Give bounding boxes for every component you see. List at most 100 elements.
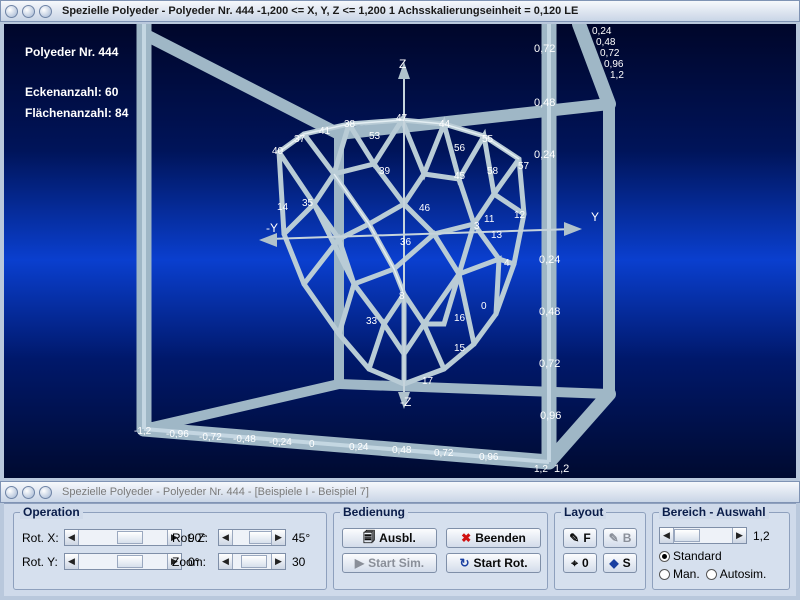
operation-group-title: Operation [20,505,83,519]
slider-left-arrow-icon[interactable]: ◀ [65,554,79,569]
layout-group-title: Layout [561,505,607,519]
vertex-label: 12 [514,210,526,221]
vertex-label: 4 [504,258,510,269]
vertex-label: 8 [399,291,405,302]
vertex-label: 35 [302,198,314,209]
bereich-group: Bereich - Auswahl ◀ ▶ 1,2 Standard Man. … [652,505,790,590]
y-tick-label: 0,24 [349,442,369,453]
z-tick-label: 0,72 [534,43,555,55]
zoom-slider[interactable]: ◀ ▶ [218,553,286,570]
brush-icon: ✎ [569,531,580,545]
neg-z-axis-label: -Z [400,395,411,409]
neg-y-axis-label: -Y [266,221,278,235]
y-tick-label: 0 [309,439,315,450]
range-slider[interactable]: ◀ ▶ [659,527,747,544]
bereich-row: ◀ ▶ 1,2 [659,527,770,544]
layout-s-button[interactable]: ◆ S [603,553,637,573]
x-tick-label: 1,2 [610,70,624,81]
layout-o-button[interactable]: ⌖ 0 [563,553,597,573]
x-tick-label: 0,96 [604,59,624,70]
hide-button[interactable]: 🗐 Ausbl. [342,528,437,548]
manual-radio[interactable]: Man. [659,567,700,581]
system-menu-icon[interactable] [5,485,18,499]
panel-window-title: Spezielle Polyeder - Polyeder Nr. 444 - … [62,486,369,498]
layout-f-label: F [583,531,591,545]
exit-button-label: Beenden [475,531,526,545]
z-tick-label: 0,24 [534,149,555,161]
vertex-label: 33 [366,316,378,327]
y-tick-label: -0,96 [166,429,189,440]
neg-y-axis-arrow-icon [259,233,277,247]
brush-icon: ✎ [608,531,619,545]
layout-b-label: B [622,531,632,545]
z-tick-label: 0,96 [540,410,561,422]
layout-f-button[interactable]: ✎ F [563,528,597,548]
rot-y-slider[interactable]: ◀ ▶ [64,553,182,570]
minimize-icon[interactable] [22,4,35,18]
vertex-label: 16 [454,313,466,324]
start-rotation-label: Start Rot. [473,556,528,570]
y-tick-label: 0,72 [434,448,454,459]
z-axis-label: Z [399,57,406,71]
vertex-label: 15 [454,343,466,354]
layout-group: Layout ✎ F ✎ B ⌖ 0 ◆ S [554,505,646,590]
slider-right-arrow-icon[interactable]: ▶ [271,530,285,545]
y-tick-label: -0,24 [269,437,292,448]
y-tick-label: -1,2 [134,426,152,437]
y-tick-label: -0,72 [199,432,222,443]
rot-x-slider[interactable]: ◀ ▶ [64,529,182,546]
y-tick-label: 1,2 [534,464,548,475]
close-icon: ✖ [461,531,472,545]
slider-right-arrow-icon[interactable]: ▶ [732,528,746,543]
slider-thumb[interactable] [117,531,143,544]
standard-radio[interactable]: Standard [659,549,722,563]
bedienung-group: Bedienung 🗐 Ausbl. ✖ Beenden ▶ Start Sim… [333,505,548,590]
exit-button[interactable]: ✖ Beenden [446,528,541,548]
bereich-group-title: Bereich - Auswahl [659,505,769,519]
y-tick-label: 0,48 [392,445,412,456]
slider-left-arrow-icon[interactable]: ◀ [65,530,79,545]
slider-thumb[interactable] [674,529,700,542]
hide-button-label: Ausbl. [379,531,416,545]
z-tick-label: 0,72 [539,358,560,370]
y-tick-label: 0,96 [479,452,499,463]
vertex-label: 57 [518,161,530,172]
slider-left-arrow-icon[interactable]: ◀ [219,530,233,545]
manual-radio-label: Man. [673,567,700,581]
maximize-icon[interactable] [39,485,52,499]
slider-left-arrow-icon[interactable]: ◀ [660,528,674,543]
zoom-value: 30 [292,554,306,569]
cube-frame [136,24,616,470]
face-count-label: Flächenanzahl: 84 [25,106,129,120]
rot-z-slider[interactable]: ◀ ▶ [218,529,286,546]
z-tick-label: 0,24 [539,254,560,266]
radio-icon [705,568,717,580]
vertex-label: 38 [344,119,356,130]
minimize-icon[interactable] [22,485,35,499]
layout-b-button[interactable]: ✎ B [603,528,637,548]
slider-left-arrow-icon[interactable]: ◀ [219,554,233,569]
vertex-label: 3 [474,221,480,232]
polyhedron-wireframe [276,114,527,387]
vertex-label: 47 [396,113,408,124]
system-menu-icon[interactable] [5,4,18,18]
slider-thumb[interactable] [241,555,267,568]
vertex-label: 0 [481,301,487,312]
zoom-row: Zoom: ◀ ▶ 30 [172,553,305,570]
hide-icon: 🗐 [363,529,376,544]
vertex-label: 53 [369,131,381,142]
maximize-icon[interactable] [39,4,52,18]
fill-icon: ◆ [609,556,619,570]
start-rotation-button[interactable]: ↻ Start Rot. [446,553,541,573]
start-simulation-button[interactable]: ▶ Start Sim. [342,553,437,573]
play-icon: ▶ [354,556,365,570]
z-tick-label: 0,48 [539,306,560,318]
autosim-radio[interactable]: Autosim. [705,567,767,581]
slider-thumb[interactable] [117,555,143,568]
vertex-label: 11 [484,214,495,225]
polyhedron-3d-view[interactable]: Y -Y Z -Z 0,72 0,48 0,24 0,24 0,48 0,72 … [4,24,796,478]
x-tick-label: 0,72 [600,48,620,59]
autosim-radio-label: Autosim. [719,567,767,581]
slider-right-arrow-icon[interactable]: ▶ [271,554,285,569]
rotate-icon: ↻ [459,556,470,570]
